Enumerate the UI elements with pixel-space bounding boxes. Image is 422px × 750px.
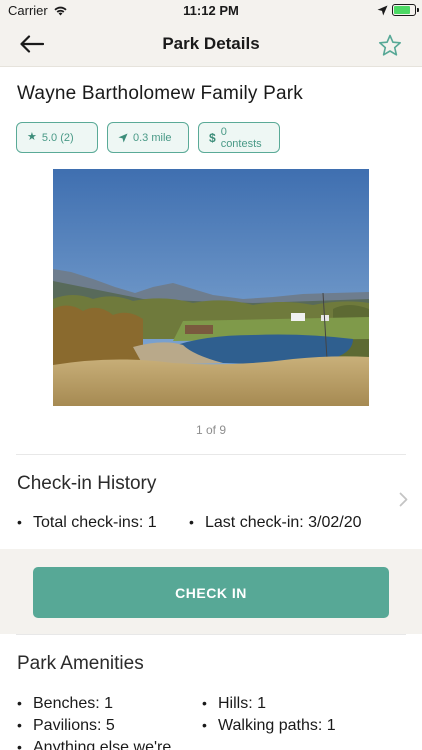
amenities-title: Park Amenities — [17, 653, 144, 674]
total-checkins: Total check-ins: 1 — [33, 514, 157, 531]
bullet: • — [17, 695, 22, 711]
info-chips: ★ 5.0 (2) 0.3 mile $ 0 contests — [16, 122, 280, 153]
amenity-item: • Benches: 1 — [17, 695, 113, 713]
contests-value: 0 contests — [220, 125, 262, 150]
amenity-item: • Pavilions: 5 — [17, 717, 115, 735]
divider — [16, 454, 406, 455]
rating-value: 5.0 (2) — [41, 131, 74, 144]
status-time: 11:12 PM — [183, 3, 239, 18]
contests-chip[interactable]: $ 0 contests — [198, 122, 280, 153]
amenity-label: Pavilions: 5 — [33, 717, 115, 734]
amenity-label: Anything else we're — [33, 739, 172, 750]
dollar-icon: $ — [209, 130, 216, 145]
bullet: • — [17, 514, 22, 530]
park-photo[interactable] — [53, 169, 369, 406]
distance-chip[interactable]: 0.3 mile — [107, 122, 189, 153]
amenity-label: Hills: 1 — [218, 695, 267, 712]
amenity-item: • Anything else we're — [17, 739, 171, 750]
amenity-item: • Hills: 1 — [202, 695, 266, 713]
last-checkin: Last check-in: 3/02/20 — [205, 514, 362, 531]
distance-value: 0.3 mile — [133, 131, 172, 144]
battery-icon — [392, 4, 419, 16]
bullet: • — [202, 695, 207, 711]
photo-pager: 1 of 9 — [195, 423, 227, 437]
page-title: Park Details — [162, 34, 260, 53]
bullet: • — [17, 717, 22, 733]
bullet: • — [202, 717, 207, 733]
divider — [16, 634, 406, 635]
amenity-label: Benches: 1 — [33, 695, 114, 712]
chevron-right-icon[interactable] — [399, 491, 408, 512]
checkin-history-title[interactable]: Check-in History — [17, 473, 156, 495]
favorite-button[interactable] — [376, 31, 404, 59]
location-arrow-icon — [377, 5, 388, 15]
status-bar: Carrier 11:12 PM — [0, 0, 422, 22]
amenity-label: Walking paths: 1 — [218, 717, 336, 734]
list-item: • Last check-in: 3/02/20 — [189, 514, 362, 532]
status-right — [377, 4, 419, 16]
check-in-button[interactable]: CHECK IN — [33, 567, 389, 618]
location-arrow-icon — [118, 132, 128, 143]
nav-bar: Park Details — [0, 22, 422, 67]
amenity-item: • Walking paths: 1 — [202, 717, 336, 735]
star-outline-icon — [379, 34, 401, 56]
bullet: • — [189, 514, 194, 530]
park-name: Wayne Bartholomew Family Park — [17, 83, 303, 104]
checkin-stats: • Total check-ins: 1 • Last check-in: 3/… — [17, 514, 397, 532]
list-item: • Total check-ins: 1 — [17, 514, 189, 532]
star-icon: ★ — [27, 131, 37, 143]
bullet: • — [17, 739, 22, 750]
rating-chip[interactable]: ★ 5.0 (2) — [16, 122, 98, 153]
